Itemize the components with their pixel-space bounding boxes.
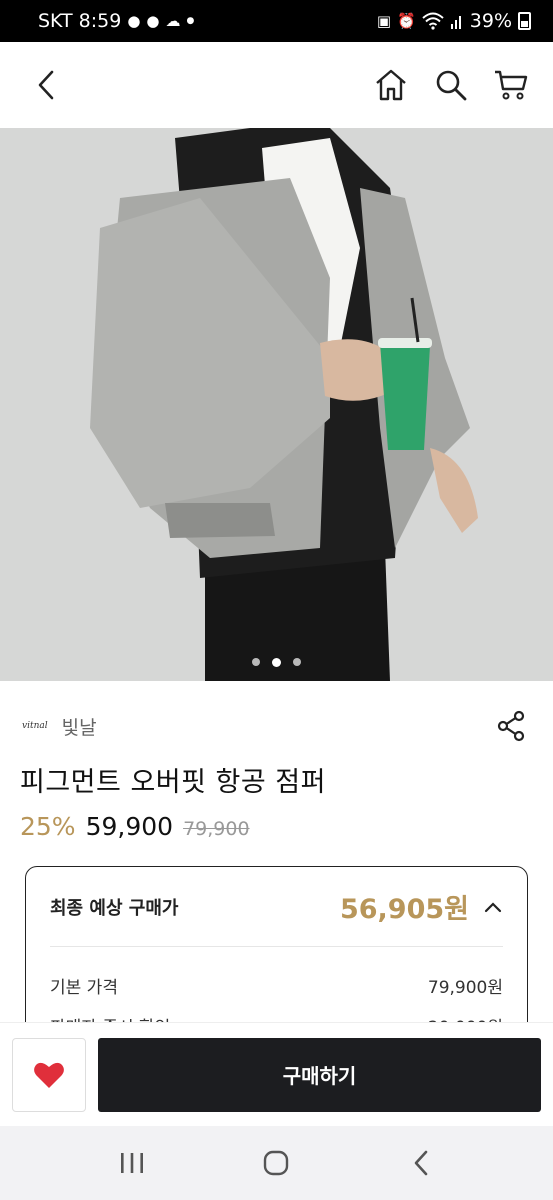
- final-price-value: 56,905원: [339, 894, 469, 925]
- product-photo: [0, 128, 553, 681]
- dot-icon: ●: [186, 15, 195, 26]
- back-arrow-icon: [414, 1150, 428, 1176]
- header-actions: [371, 65, 531, 105]
- wishlist-button[interactable]: [12, 1037, 86, 1112]
- status-left: SKT 8:59 ● ● ☁ ●: [38, 10, 194, 32]
- carousel-dot-active[interactable]: [272, 658, 281, 667]
- share-icon: [497, 710, 525, 742]
- lock-icon: ▣: [376, 11, 392, 30]
- battery-icon: [518, 12, 531, 30]
- cloud-icon: ☁: [165, 11, 181, 30]
- brand-link[interactable]: vitnal 빛날: [22, 713, 97, 740]
- talk-icon: ●: [146, 11, 160, 30]
- share-button[interactable]: [491, 706, 531, 746]
- product-title: 피그먼트 오버핏 항공 점퍼: [20, 767, 326, 798]
- back-button[interactable]: [26, 65, 66, 105]
- final-price-header[interactable]: 최종 예상 구매가 56,905원: [50, 867, 503, 947]
- search-icon: [436, 70, 467, 101]
- price-row: 25% 59,900 79,900: [20, 812, 250, 841]
- final-price-label: 최종 예상 구매가: [50, 897, 179, 919]
- status-right: ▣ ⏰ 39%: [377, 10, 531, 32]
- brand-logo: vitnal: [22, 721, 48, 731]
- alarm-icon: ⏰: [397, 11, 416, 30]
- row-value: 79,900원: [427, 977, 503, 998]
- recents-button[interactable]: [107, 1138, 157, 1188]
- home-circle-icon: [264, 1150, 289, 1176]
- system-nav-bar: [0, 1126, 553, 1200]
- status-bar: SKT 8:59 ● ● ☁ ● ▣ ⏰ 39%: [0, 0, 553, 42]
- cart-icon: [495, 70, 528, 100]
- signal-icon: [450, 16, 461, 29]
- discount-rate: 25%: [20, 812, 76, 841]
- search-button[interactable]: [431, 65, 471, 105]
- original-price: 79,900: [183, 818, 250, 840]
- back-nav-button[interactable]: [396, 1138, 446, 1188]
- clock: 8:59: [78, 10, 122, 32]
- brand-name: 빛날: [61, 716, 97, 739]
- row-label: 기본 가격: [50, 977, 118, 998]
- carousel-dot[interactable]: [293, 658, 301, 666]
- app-header: [0, 42, 553, 128]
- cart-button[interactable]: [491, 65, 531, 105]
- price-breakdown-row: 기본 가격 79,900원: [50, 965, 503, 1005]
- home-icon: [376, 69, 406, 101]
- carousel-dot[interactable]: [252, 658, 260, 666]
- final-price-right: 56,905원: [340, 887, 503, 926]
- recents-icon: [121, 1153, 144, 1173]
- carousel-indicator: [0, 658, 553, 667]
- heart-icon: [34, 1062, 64, 1088]
- brand-row: vitnal 빛날: [22, 706, 531, 746]
- chevron-up-icon[interactable]: [483, 900, 503, 914]
- chevron-left-icon: [38, 70, 54, 100]
- purchase-bar: 구매하기: [0, 1022, 553, 1126]
- carrier-label: SKT: [38, 10, 73, 32]
- home-nav-button[interactable]: [251, 1138, 301, 1188]
- home-button[interactable]: [371, 65, 411, 105]
- buy-button[interactable]: 구매하기: [98, 1037, 541, 1112]
- battery-percent: 39%: [469, 10, 512, 32]
- wifi-icon: [422, 12, 444, 30]
- product-image-carousel[interactable]: [0, 128, 553, 681]
- message-icon: ●: [127, 11, 141, 30]
- sale-price: 59,900: [85, 812, 174, 841]
